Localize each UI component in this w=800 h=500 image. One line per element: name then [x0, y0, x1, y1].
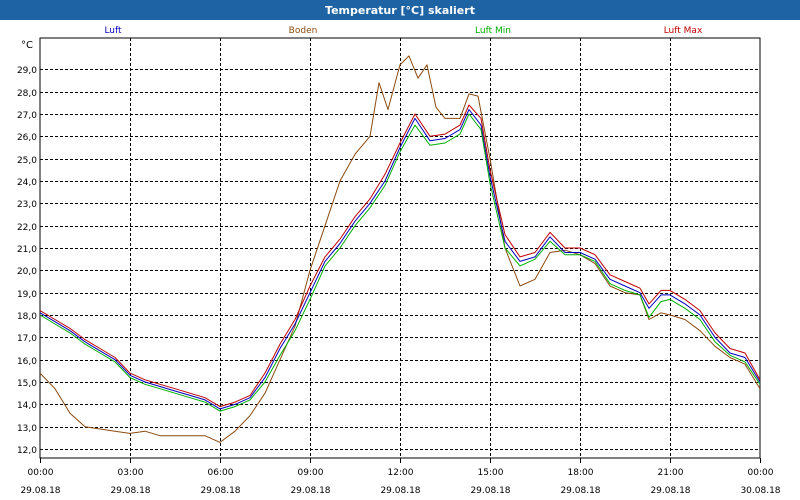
x-tick-date-label: 29.08.18 [200, 486, 240, 496]
y-tick-label: 28,0 [17, 89, 37, 99]
legend-entry-boden: Boden [289, 26, 318, 36]
y-tick-label: 22,0 [17, 223, 37, 233]
x-tick-label: 09:00 [298, 468, 324, 478]
temperature-chart: 12,0 13,0 14,0 15,0 16,0 17,0 18,0 19,0 20,0 21,0… [17, 26, 781, 496]
legend-entry-luft: Luft [104, 26, 122, 36]
x-tick-date-label: 29.08.18 [470, 486, 510, 496]
y-tick-label: 23,0 [17, 200, 37, 210]
x-tick-label: 00:00 [28, 468, 54, 478]
x-tick-date-label: 30.08.18 [740, 486, 780, 496]
x-tick-label: 00:00 [748, 468, 774, 478]
y-tick-label: 25,0 [17, 156, 37, 166]
x-tick-label: 18:00 [568, 468, 594, 478]
x-tick-date-label: 29.08.18 [20, 486, 60, 496]
x-tick-label: 03:00 [118, 468, 144, 478]
y-tick-label: 18,0 [17, 312, 37, 322]
y-tick-label: 14,0 [17, 401, 37, 411]
y-tick-label: 27,0 [17, 111, 37, 121]
x-tick-label: 12:00 [388, 468, 414, 478]
legend-entry-luft-min: Luft Min [475, 26, 511, 36]
y-tick-label: 19,0 [17, 290, 37, 300]
y-tick-label: 17,0 [17, 334, 37, 344]
legend-entry-luft-max: Luft Max [664, 26, 703, 36]
x-tick-date-label: 29.08.18 [560, 486, 600, 496]
y-tick-label: 12,0 [17, 446, 37, 456]
y-tick-label: 29,0 [17, 66, 37, 76]
x-tick-label: 21:00 [658, 468, 684, 478]
y-tick-label: 15,0 [17, 379, 37, 389]
x-tick-date-label: 29.08.18 [650, 486, 690, 496]
y-axis-unit: °C [21, 40, 33, 51]
x-tick-label: 15:00 [478, 468, 504, 478]
y-tick-label: 13,0 [17, 424, 37, 434]
x-tick-date-label: 29.08.18 [110, 486, 150, 496]
x-tick-date-label: 29.08.18 [380, 486, 420, 496]
x-tick-label: 06:00 [208, 468, 234, 478]
y-tick-label: 26,0 [17, 133, 37, 143]
y-tick-label: 16,0 [17, 357, 37, 367]
y-tick-label: 21,0 [17, 245, 37, 255]
x-tick-date-label: 29.08.18 [290, 486, 330, 496]
y-tick-label: 24,0 [17, 178, 37, 188]
y-tick-label: 20,0 [17, 267, 37, 277]
